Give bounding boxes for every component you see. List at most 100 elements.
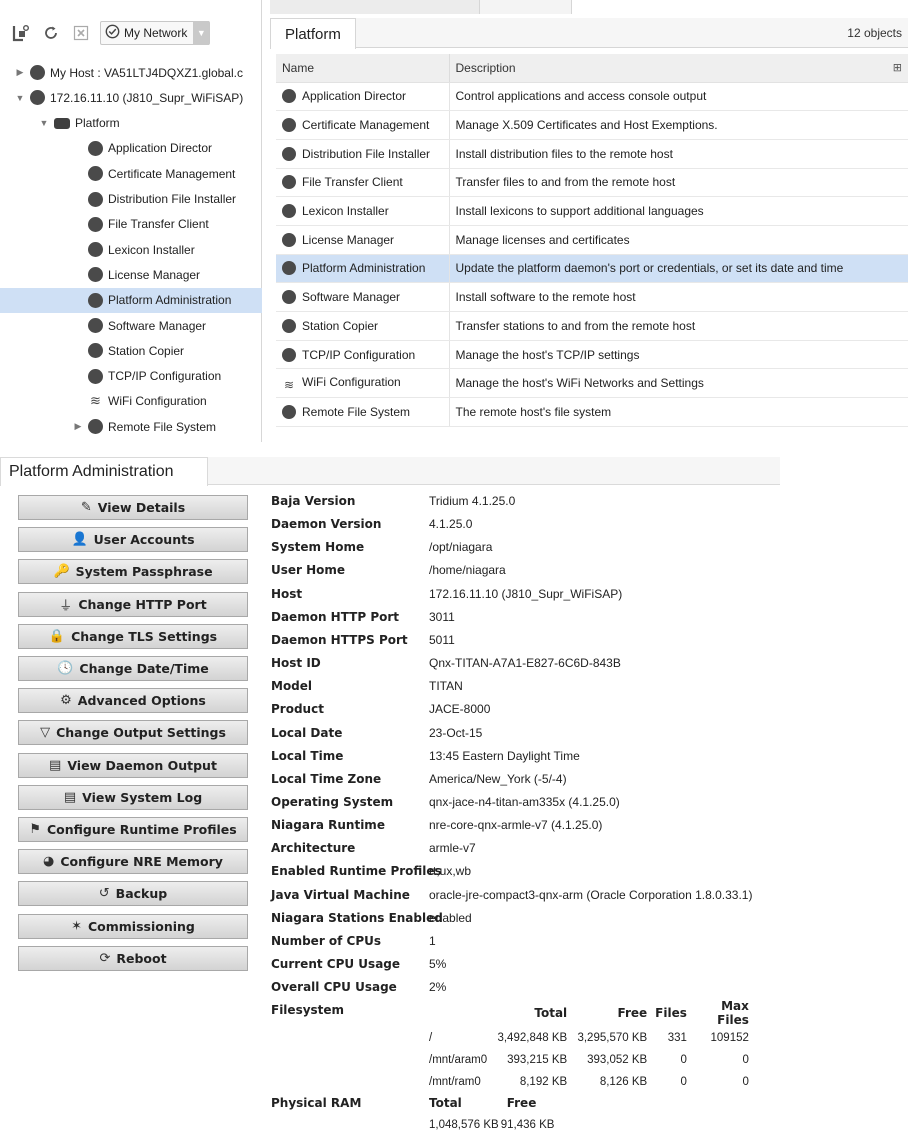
filesystem-header: Free [617, 1006, 648, 1021]
cell-description[interactable]: Install software to the remote host [449, 282, 908, 312]
detail-row: Host 172.16.11.10 (J810_Supr_WiFiSAP) [271, 583, 622, 605]
table-row[interactable]: Lexicon Installer Install lexicons to sup… [276, 196, 908, 226]
tree-item[interactable]: Certificate Management [0, 161, 262, 186]
chevron-down-icon[interactable]: ▼ [193, 21, 210, 45]
key-icon: 🔑 [53, 564, 70, 580]
tab-platform[interactable]: Platform [270, 18, 356, 49]
detail-value: 3011 [429, 609, 455, 624]
column-header-name[interactable]: Name [276, 54, 450, 83]
tree-item[interactable]: Platform Administration [0, 287, 262, 313]
user-accounts-button[interactable]: 👤 User Accounts [18, 527, 248, 553]
tls-icon: 🔒 [48, 628, 66, 644]
tree-item[interactable]: ▶ My Host : VA51LTJ4DQXZ1.global.c [0, 60, 262, 85]
table-row[interactable]: Application Director Control applications… [276, 82, 908, 112]
tree-item[interactable]: ▼ Platform [0, 111, 262, 136]
filesystem-row: Filesystem [271, 999, 429, 1021]
tree-item[interactable]: Software Manager [0, 313, 262, 338]
cell-name-label: Application Director [302, 89, 407, 104]
collapse-arrow-icon[interactable]: ▶ [14, 67, 26, 78]
button-label: Configure Runtime Profiles [46, 822, 237, 837]
cell-name[interactable]: Lexicon Installer [276, 196, 450, 226]
button-label: Change Output Settings [56, 725, 226, 741]
tree-item[interactable]: File Transfer Client [0, 212, 262, 237]
table-row[interactable]: File Transfer Client Transfer files to an… [276, 168, 908, 198]
tree-item[interactable]: ≋ WiFi Configuration [0, 389, 262, 414]
detail-value: 13:45 Eastern Daylight Time [429, 748, 580, 763]
cell-name[interactable]: Distribution File Installer [276, 139, 450, 169]
cell-description[interactable]: Manage the host's WiFi Networks and Sett… [449, 368, 908, 399]
view-daemon-output-button[interactable]: ▤ View Daemon Output [18, 752, 248, 778]
configure-runtime-profiles-button[interactable]: ⚑ Configure Runtime Profiles [18, 817, 248, 842]
network-select[interactable]: My Network ▼ [100, 21, 211, 45]
backup-button[interactable]: ↺ Backup [18, 881, 248, 907]
cell-description[interactable]: Control applications and access console … [449, 82, 908, 112]
table-row[interactable]: Platform Administration Update the platfo… [276, 254, 908, 284]
change-date-time-button[interactable]: 🕓 Change Date/Time [18, 656, 248, 681]
tab-platform-administration[interactable]: Platform Administration [0, 457, 208, 486]
ram-value: 1,048,576 KB [429, 1118, 499, 1131]
cell-name[interactable]: ≋ WiFi Configuration [276, 368, 450, 399]
tcpip-icon [282, 347, 296, 362]
change-output-settings-button[interactable]: ▽ Change Output Settings [18, 720, 248, 746]
cell-name[interactable]: Application Director [276, 82, 450, 112]
reboot-button[interactable]: ⟳ Reboot [18, 945, 248, 971]
cell-name[interactable]: Remote File System [276, 397, 450, 427]
table-row[interactable]: TCP/IP Configuration Manage the host's TC… [276, 340, 908, 370]
tree-item[interactable]: Application Director [0, 136, 262, 161]
cell-name[interactable]: Platform Administration [276, 254, 450, 284]
cell-description[interactable]: Transfer stations to and from the remote… [449, 311, 908, 341]
table-row[interactable]: License Manager Manage licenses and certi… [276, 225, 908, 255]
tree-item-label: My Host : VA51LTJ4DQXZ1.global.c [50, 65, 243, 80]
tree-item[interactable]: ▼ 172.16.11.10 (J810_Supr_WiFiSAP) [0, 85, 262, 110]
cell-name[interactable]: License Manager [276, 225, 450, 255]
sidebar-toggle-icon[interactable] [10, 22, 32, 44]
column-header-description[interactable]: Description ⊞ [449, 54, 908, 83]
detail-row: Enabled Runtime Profiles rt,ux,wb [271, 860, 471, 882]
table-row[interactable]: Remote File System The remote host's file… [276, 397, 908, 427]
tree-item[interactable]: TCP/IP Configuration [0, 364, 262, 389]
table-row[interactable]: Station Copier Transfer stations to and f… [276, 311, 908, 341]
cell-name[interactable]: Software Manager [276, 282, 450, 312]
advanced-options-button[interactable]: ⚙ Advanced Options [18, 688, 248, 714]
cell-description[interactable]: Install distribution files to the remote… [449, 139, 908, 169]
document-icon: ▤ [49, 757, 62, 773]
tab-hidden-2[interactable] [480, 0, 572, 14]
column-menu-icon[interactable]: ⊞ [893, 61, 902, 74]
tree-item[interactable]: ▶ Remote File System [0, 414, 262, 439]
change-tls-settings-button[interactable]: 🔒 Change TLS Settings [18, 623, 248, 649]
refresh-icon[interactable] [40, 22, 62, 44]
collapse-arrow-icon[interactable]: ▶ [72, 421, 84, 432]
cell-name-label: Remote File System [302, 404, 411, 419]
detail-value: Tridium 4.1.25.0 [429, 494, 516, 508]
cell-name[interactable]: File Transfer Client [276, 168, 450, 198]
detail-label: Java Virtual Machine [271, 887, 410, 902]
cell-name[interactable]: Certificate Management [276, 110, 450, 140]
tab-hidden-1[interactable] [270, 0, 480, 14]
cell-name[interactable]: TCP/IP Configuration [276, 340, 450, 370]
change-http-port-button[interactable]: ⏚ Change HTTP Port [18, 591, 248, 617]
configure-nre-memory-button[interactable]: ◕ Configure NRE Memory [18, 849, 248, 875]
cell-description[interactable]: The remote host's file system [449, 397, 908, 427]
cell-description[interactable]: Manage X.509 Certificates and Host Exemp… [449, 110, 908, 140]
view-system-log-button[interactable]: ▤ View System Log [18, 784, 248, 810]
expand-arrow-icon[interactable]: ▼ [38, 118, 50, 128]
cell-name[interactable]: Station Copier [276, 311, 450, 341]
table-row[interactable]: ≋ WiFi Configuration Manage the host's WiF… [276, 368, 908, 399]
close-icon[interactable] [70, 22, 92, 44]
table-row[interactable]: Distribution File Installer Install distr… [276, 139, 908, 169]
commissioning-button[interactable]: ✶ Commissioning [18, 913, 248, 939]
table-row[interactable]: Software Manager Install software to the … [276, 282, 908, 312]
cell-description[interactable]: Manage licenses and certificates [449, 225, 908, 255]
cell-description[interactable]: Transfer files to and from the remote ho… [449, 168, 908, 198]
cell-description[interactable]: Manage the host's TCP/IP settings [449, 340, 908, 370]
view-details-button[interactable]: ✎ View Details [18, 495, 248, 520]
cell-description[interactable]: Update the platform daemon's port or cre… [449, 254, 908, 284]
tree-item[interactable]: Distribution File Installer [0, 187, 262, 212]
expand-arrow-icon[interactable]: ▼ [14, 93, 26, 103]
system-passphrase-button[interactable]: 🔑 System Passphrase [18, 559, 248, 585]
tree-item[interactable]: License Manager [0, 262, 262, 287]
tree-item[interactable]: Station Copier [0, 338, 262, 363]
tree-item[interactable]: Lexicon Installer [0, 237, 262, 262]
table-row[interactable]: Certificate Management Manage X.509 Certi… [276, 110, 908, 140]
cell-description[interactable]: Install lexicons to support additional l… [449, 196, 908, 226]
